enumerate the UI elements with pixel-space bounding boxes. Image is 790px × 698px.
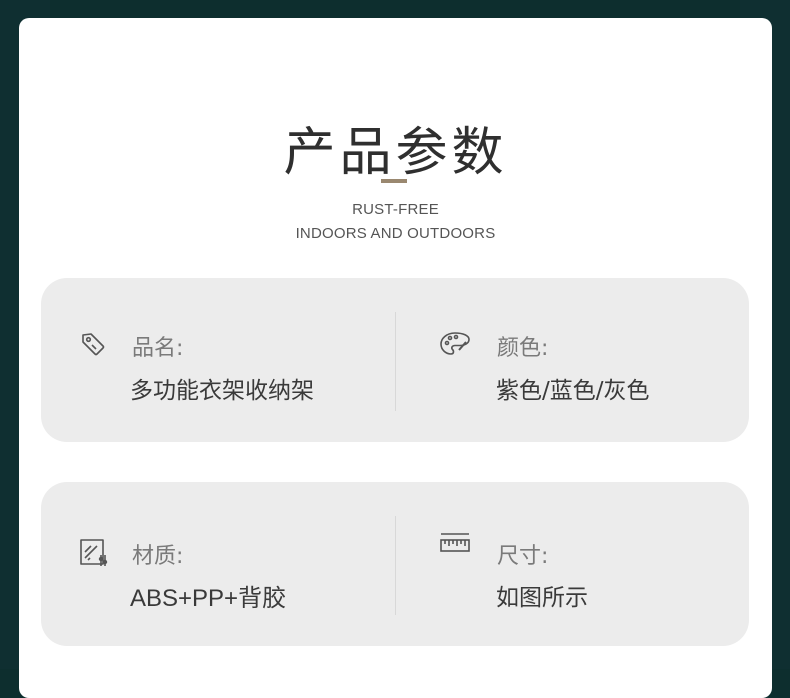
spec-label-name: 品名: [132,336,184,361]
title-divider [381,179,407,183]
spec-item-color: 颜色: 紫色/蓝色/灰色 [396,278,749,442]
spec-item-name: 品名: 多功能衣架收纳架 [41,278,395,442]
tag-icon [79,330,107,358]
spec-item-size: 尺寸: 如图所示 [396,482,749,646]
spec-value-material: ABS+PP+背胶 [130,585,287,612]
spec-value-color: 紫色/蓝色/灰色 [496,378,650,404]
subtitle-line-2: INDOORS AND OUTDOORS [295,225,496,242]
ruler-icon [439,532,470,560]
spec-value-size: 如图所示 [496,585,588,611]
material-icon [79,538,108,566]
spec-card: 产品参数 RUST-FREE INDOORS AND OUTDOORS 品名: … [19,18,772,698]
spec-panel-2: 材质: ABS+PP+背胶 尺寸: 如图所示 [41,482,749,646]
spec-label-color: 颜色: [497,336,549,361]
subtitle-line-1: RUST-FREE [352,201,439,218]
spec-label-size: 尺寸: [497,544,549,569]
spec-panel-1: 品名: 多功能衣架收纳架 颜色: 紫色/蓝色/灰色 [41,278,749,442]
palette-icon [439,330,470,358]
page-title: 产品参数 [283,123,508,183]
spec-value-name: 多功能衣架收纳架 [130,378,314,404]
spec-label-material: 材质: [132,544,184,569]
spec-item-material: 材质: ABS+PP+背胶 [41,482,395,646]
